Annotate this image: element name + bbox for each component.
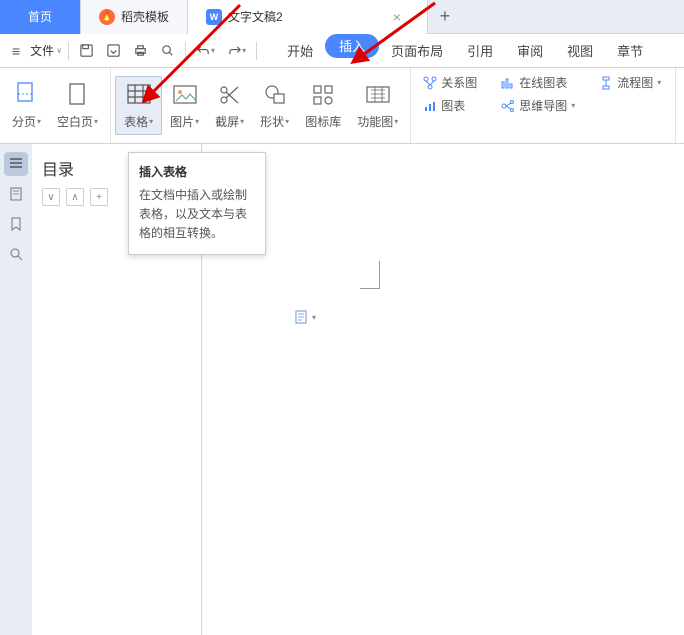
table-button[interactable]: 表格▾ <box>115 76 162 135</box>
flowchart-button[interactable]: 流程图▾ <box>595 72 665 93</box>
chevron-down-icon: ▾ <box>37 117 41 126</box>
outline-expand-icon[interactable]: ∧ <box>66 188 84 206</box>
sidebar-rail <box>0 144 32 635</box>
shape-icon <box>263 81 287 109</box>
print-preview-icon[interactable] <box>154 43 181 58</box>
tab-chapter[interactable]: 章节 <box>605 34 655 68</box>
home-tab-label: 首页 <box>28 8 52 25</box>
tab-reference[interactable]: 引用 <box>455 34 505 68</box>
shape-button[interactable]: 形状▾ <box>252 77 297 134</box>
funcchart-icon <box>365 81 391 109</box>
float-paste-action[interactable]: ▾ <box>294 309 316 325</box>
tab-close-icon[interactable]: × <box>385 9 409 25</box>
tab-review[interactable]: 审阅 <box>505 34 555 68</box>
header-button[interactable]: 页眉 <box>680 77 684 134</box>
screenshot-button[interactable]: 截屏▾ <box>207 77 252 134</box>
tooltip-title: 插入表格 <box>139 163 255 180</box>
divider <box>185 42 186 60</box>
search-rail-icon[interactable] <box>4 242 28 266</box>
chevron-down-icon: ▾ <box>195 117 199 126</box>
chevron-down-icon: ▾ <box>285 117 289 126</box>
funcchart-button[interactable]: 功能图▾ <box>349 77 406 134</box>
chevron-down-icon: ▾ <box>149 117 153 126</box>
template-tab-label: 稻壳模板 <box>121 8 169 25</box>
document-tab-label: 文字文稿2 <box>228 8 283 25</box>
tab-layout[interactable]: 页面布局 <box>379 34 455 68</box>
fire-icon: 🔥 <box>99 9 115 25</box>
online-chart-button[interactable]: 在线图表 <box>497 72 579 93</box>
wps-chart-button[interactable]: 图表 <box>419 95 481 116</box>
blank-page-button[interactable]: 空白页▾ <box>49 77 106 134</box>
doc-icon: W <box>206 9 222 25</box>
ribbon-tabs: 开始 插入 页面布局 引用 审阅 视图 章节 <box>275 34 655 68</box>
outline-add-icon[interactable]: + <box>90 188 108 206</box>
document-tab-bar: 首页 🔥 稻壳模板 W 文字文稿2 × + <box>0 0 684 34</box>
page-break-button[interactable]: 分页▾ <box>4 77 49 134</box>
chevron-down-icon: ▾ <box>242 46 246 55</box>
tab-insert[interactable]: 插入 <box>325 34 379 58</box>
bookmark-rail-icon[interactable] <box>4 212 28 236</box>
ribbon: 分页▾ 空白页▾ 表格▾ 图片▾ 截屏▾ 形状▾ 图标库 功能图▾ <box>0 68 684 144</box>
outline-rail-icon[interactable] <box>4 152 28 176</box>
chevron-down-icon: ∨ <box>56 46 62 55</box>
home-tab[interactable]: 首页 <box>0 0 81 34</box>
document-canvas[interactable]: ▾ <box>202 144 684 635</box>
undo-icon[interactable]: ▾ <box>190 43 221 58</box>
app-menu-icon[interactable]: ≡ <box>4 43 28 59</box>
table-icon <box>126 81 152 109</box>
chevron-down-icon: ▾ <box>657 78 661 87</box>
chevron-down-icon: ▾ <box>240 117 244 126</box>
outline-collapse-icon[interactable]: ∨ <box>42 188 60 206</box>
iconlib-button[interactable]: 图标库 <box>297 77 349 134</box>
divider <box>68 42 69 60</box>
template-tab[interactable]: 🔥 稻壳模板 <box>81 0 188 34</box>
chevron-down-icon: ▾ <box>394 117 398 126</box>
cursor-mark <box>360 261 380 289</box>
divider <box>256 42 257 60</box>
ribbon-group-header: 页眉 <box>676 68 684 143</box>
tab-start[interactable]: 开始 <box>275 34 325 68</box>
page-break-icon <box>16 81 38 109</box>
iconlib-icon <box>311 81 335 109</box>
chevron-down-icon: ▾ <box>312 313 316 322</box>
chevron-down-icon: ▾ <box>211 46 215 55</box>
table-tooltip: 插入表格 在文档中插入或绘制表格，以及文本与表格的相互转换。 <box>128 152 266 255</box>
ribbon-group-objects: 表格▾ 图片▾ 截屏▾ 形状▾ 图标库 功能图▾ <box>111 68 411 143</box>
file-menu[interactable]: 文件∨ <box>28 42 64 59</box>
picture-button[interactable]: 图片▾ <box>162 77 207 134</box>
new-tab-button[interactable]: + <box>428 6 462 27</box>
chevron-down-icon: ▾ <box>94 117 98 126</box>
document-tab[interactable]: W 文字文稿2 × <box>188 0 428 34</box>
print-icon[interactable] <box>127 43 154 58</box>
scissors-icon <box>218 81 242 109</box>
mindmap-button[interactable]: 思维导图▾ <box>497 95 579 116</box>
menu-bar: ≡ 文件∨ ▾ ▾ 开始 插入 页面布局 引用 审阅 视图 章节 <box>0 34 684 68</box>
picture-icon <box>172 81 198 109</box>
ribbon-group-charts: 关系图 图表 <box>411 68 489 143</box>
redo-icon[interactable]: ▾ <box>221 43 252 58</box>
ribbon-group-flow: 流程图▾ <box>587 68 676 143</box>
tab-view[interactable]: 视图 <box>555 34 605 68</box>
tooltip-body: 在文档中插入或绘制表格，以及文本与表格的相互转换。 <box>139 186 255 244</box>
blank-page-icon <box>67 81 89 109</box>
save-icon[interactable] <box>73 43 100 58</box>
ribbon-group-page: 分页▾ 空白页▾ <box>0 68 111 143</box>
file-menu-label: 文件 <box>30 42 54 59</box>
chevron-down-icon: ▾ <box>571 101 575 110</box>
workspace: 目录 ∨ ∧ + ▾ <box>0 144 684 635</box>
page-rail-icon[interactable] <box>4 182 28 206</box>
ribbon-group-diagrams: 在线图表 思维导图▾ <box>489 68 587 143</box>
save-as-icon[interactable] <box>100 43 127 58</box>
relation-chart-button[interactable]: 关系图 <box>419 72 481 93</box>
